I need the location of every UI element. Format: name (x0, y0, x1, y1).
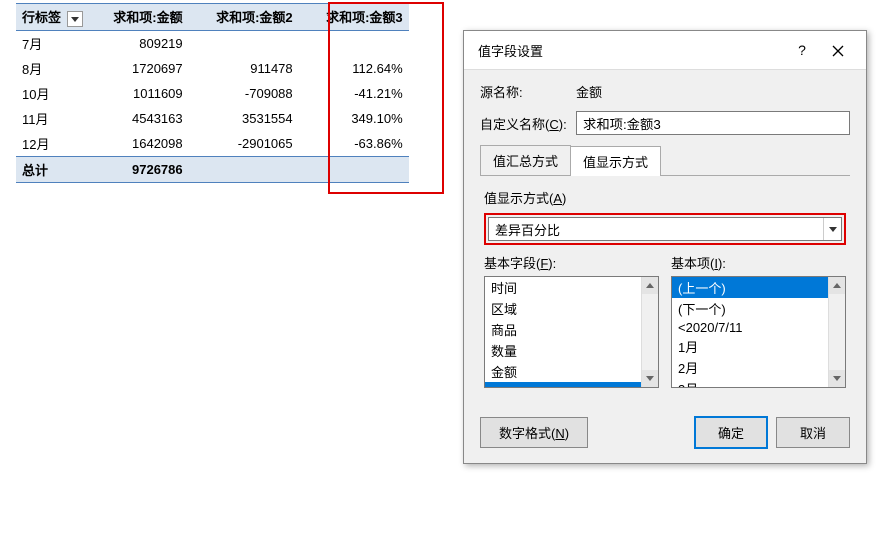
close-button[interactable] (820, 39, 856, 61)
display-mode-select[interactable]: 差异百分比 (488, 217, 842, 241)
cell[interactable]: 9726786 (89, 156, 189, 182)
cell[interactable]: 911478 (189, 56, 299, 81)
lists: 基本字段(F): 时间 区域 商品 数量 金额 月 (484, 253, 846, 388)
table-row: 11月 4543163 3531554 349.10% (16, 106, 409, 131)
cell[interactable]: 4543163 (89, 106, 189, 131)
cell[interactable]: 349.10% (299, 106, 409, 131)
table-row: 7月 809219 (16, 30, 409, 56)
list-item[interactable]: 2月 (672, 357, 828, 378)
cell[interactable] (299, 156, 409, 182)
table-row: 12月 1642098 -2901065 -63.86% (16, 131, 409, 157)
scroll-down-icon[interactable] (829, 370, 845, 387)
source-row: 源名称: 金额 (480, 82, 850, 101)
custom-name-row: 自定义名称(C): (480, 111, 850, 135)
row-label[interactable]: 12月 (16, 131, 89, 157)
ok-button[interactable]: 确定 (694, 416, 768, 449)
grand-total-row: 总计 9726786 (16, 156, 409, 182)
source-value: 金额 (576, 82, 602, 101)
cell[interactable]: -41.21% (299, 81, 409, 106)
help-button[interactable]: ? (784, 39, 820, 61)
row-label[interactable]: 10月 (16, 81, 89, 106)
row-label[interactable]: 11月 (16, 106, 89, 131)
cell[interactable]: 1720697 (89, 56, 189, 81)
base-field-listbox[interactable]: 时间 区域 商品 数量 金额 月 (484, 276, 659, 388)
value-field-settings-dialog: 值字段设置 ? 源名称: 金额 自定义名称(C): 值汇总方式 值显示方式 值显… (463, 30, 867, 464)
list-item[interactable]: 1月 (672, 336, 828, 357)
number-format-button[interactable]: 数字格式(N) (480, 417, 588, 448)
pivot-header-col2[interactable]: 求和项:金额2 (189, 4, 299, 31)
list-item[interactable]: 金额 (485, 361, 641, 382)
close-icon (832, 45, 844, 57)
cell[interactable]: -709088 (189, 81, 299, 106)
list-item[interactable]: (上一个) (672, 277, 828, 298)
list-item[interactable]: <2020/7/11 (672, 319, 828, 336)
filter-dropdown-icon[interactable] (67, 11, 83, 27)
pivot-header-col3[interactable]: 求和项:金额3 (299, 4, 409, 31)
list-item[interactable]: 月 (485, 382, 641, 388)
cell[interactable] (189, 156, 299, 182)
scroll-up-icon[interactable] (642, 277, 658, 294)
cell[interactable] (299, 30, 409, 56)
scroll-up-icon[interactable] (829, 277, 845, 294)
list-item[interactable]: 时间 (485, 277, 641, 298)
cell[interactable]: 1642098 (89, 131, 189, 157)
dialog-footer: 数字格式(N) 确定 取消 (464, 406, 866, 463)
chevron-down-icon (823, 218, 841, 240)
row-label[interactable]: 8月 (16, 56, 89, 81)
cell[interactable]: 3531554 (189, 106, 299, 131)
scrollbar[interactable] (641, 277, 658, 387)
tabs: 值汇总方式 值显示方式 (480, 145, 850, 176)
cancel-button[interactable]: 取消 (776, 417, 850, 448)
cell[interactable]: 809219 (89, 30, 189, 56)
cell[interactable]: 1011609 (89, 81, 189, 106)
pivot-table: 行标签 求和项:金额 求和项:金额2 求和项:金额3 7月 809219 8月 … (16, 3, 409, 183)
cell[interactable]: 112.64% (299, 56, 409, 81)
list-item[interactable]: 区域 (485, 298, 641, 319)
list-item[interactable]: 商品 (485, 319, 641, 340)
titlebar: 值字段设置 ? (464, 31, 866, 70)
list-item[interactable]: (下一个) (672, 298, 828, 319)
source-label: 源名称: (480, 82, 576, 101)
dialog-body: 源名称: 金额 自定义名称(C): 值汇总方式 值显示方式 值显示方式(A) 差… (464, 70, 866, 406)
custom-name-label: 自定义名称(C): (480, 114, 576, 133)
display-mode-value: 差异百分比 (489, 220, 823, 239)
dialog-title: 值字段设置 (478, 41, 784, 60)
table-row: 10月 1011609 -709088 -41.21% (16, 81, 409, 106)
base-item-label: 基本项(I): (671, 253, 846, 272)
cell[interactable]: -63.86% (299, 131, 409, 157)
cell[interactable] (189, 30, 299, 56)
cell[interactable]: -2901065 (189, 131, 299, 157)
display-mode-label: 值显示方式(A) (484, 188, 846, 207)
base-item-col: 基本项(I): (上一个) (下一个) <2020/7/11 1月 2月 3月 (671, 253, 846, 388)
scrollbar[interactable] (828, 277, 845, 387)
base-item-listbox[interactable]: (上一个) (下一个) <2020/7/11 1月 2月 3月 (671, 276, 846, 388)
row-label[interactable]: 7月 (16, 30, 89, 56)
list-item[interactable]: 3月 (672, 378, 828, 388)
scroll-down-icon[interactable] (642, 370, 658, 387)
highlight-box-select: 差异百分比 (484, 213, 846, 245)
grand-label[interactable]: 总计 (16, 156, 89, 182)
list-item[interactable]: 数量 (485, 340, 641, 361)
table-row: 8月 1720697 911478 112.64% (16, 56, 409, 81)
tab-display[interactable]: 值显示方式 (570, 146, 661, 176)
pivot-header-row-label: 行标签 (22, 10, 61, 25)
tab-summary[interactable]: 值汇总方式 (480, 145, 571, 175)
tab-panel-display: 值显示方式(A) 差异百分比 基本字段(F): 时间 区域 (480, 176, 850, 392)
base-field-col: 基本字段(F): 时间 区域 商品 数量 金额 月 (484, 253, 659, 388)
custom-name-input[interactable] (576, 111, 850, 135)
pivot-header-col1[interactable]: 求和项:金额 (89, 4, 189, 31)
pivot-header-row[interactable]: 行标签 (16, 4, 89, 31)
base-field-label: 基本字段(F): (484, 253, 659, 272)
